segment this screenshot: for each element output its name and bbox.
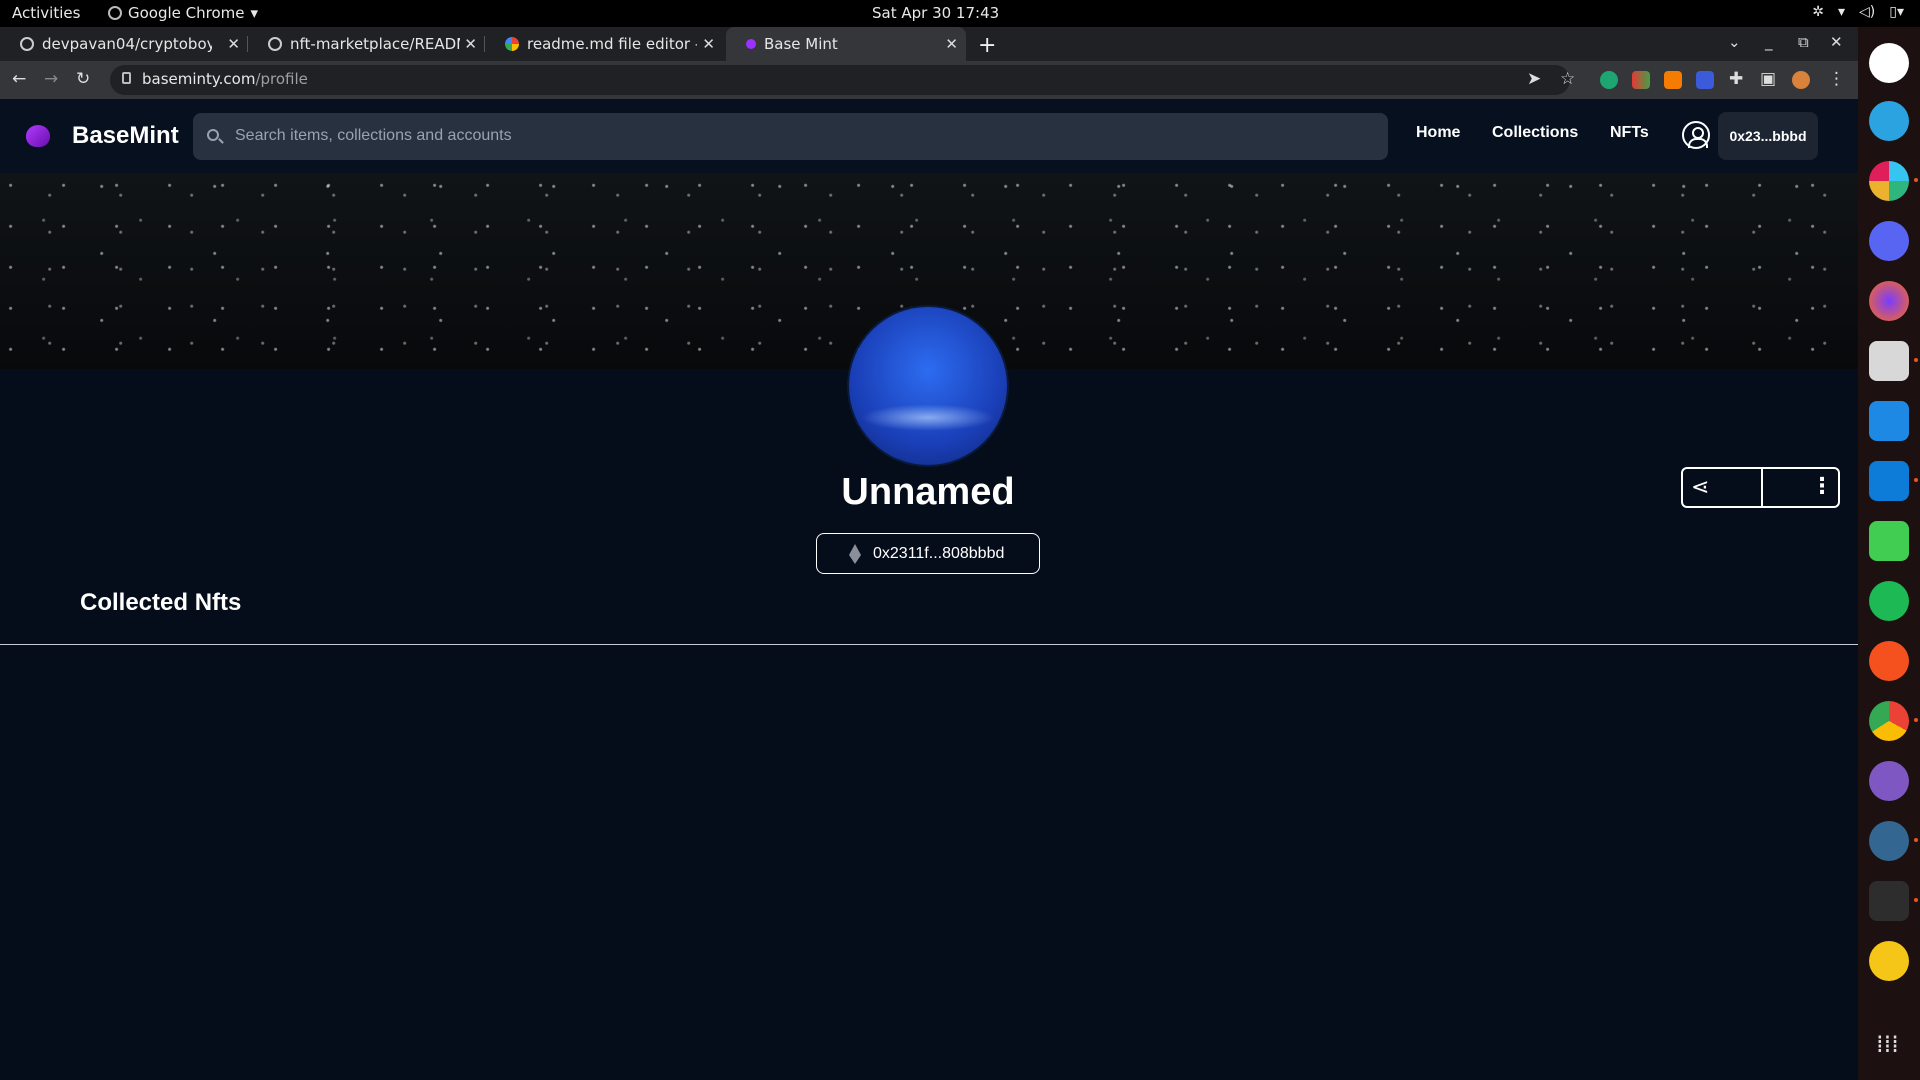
tab-title: nft-marketplace/README — [290, 35, 460, 53]
network-icon: ✲ — [1812, 4, 1824, 20]
tab-cryptoboys[interactable]: devpavan04/cryptoboys-n ✕ — [0, 27, 248, 61]
close-window-icon[interactable]: ✕ — [1830, 33, 1843, 51]
show-apps-icon[interactable]: ⁞⁞⁞ — [1876, 1030, 1899, 1058]
vscode-icon[interactable] — [1869, 461, 1909, 501]
app-dock: ⁞⁞⁞ — [1858, 27, 1920, 1080]
new-tab-button[interactable]: + — [978, 33, 996, 58]
discord-icon[interactable] — [1869, 221, 1909, 261]
basemint-icon — [746, 39, 756, 49]
clock[interactable]: Sat Apr 30 17:43 — [872, 4, 999, 22]
basemint-page: BaseMint Search items, collections and a… — [0, 99, 1858, 1080]
url-host: baseminty.com — [142, 70, 256, 88]
address-bar[interactable]: baseminty.com/profile — [110, 65, 1570, 95]
restore-icon[interactable]: ⧉ — [1798, 33, 1809, 51]
postman-icon[interactable] — [1869, 641, 1909, 681]
tab-base-mint[interactable]: Base Mint ✕ — [726, 27, 966, 61]
qt-creator-icon[interactable] — [1869, 521, 1909, 561]
translate-icon[interactable] — [1696, 71, 1714, 89]
spotify-icon[interactable] — [1869, 581, 1909, 621]
lock-icon[interactable] — [122, 72, 131, 84]
chrome-menu-icon[interactable]: ⋮ — [1828, 69, 1845, 89]
wallet-button[interactable]: 0x23...bbbd — [1718, 112, 1818, 160]
tab-strip: devpavan04/cryptoboys-n ✕ nft-marketplac… — [0, 27, 1858, 61]
nav-nfts[interactable]: NFTs — [1610, 124, 1649, 142]
running-indicator — [1914, 358, 1918, 362]
grammarly-icon[interactable] — [1600, 71, 1618, 89]
system-top-bar: Activities Google Chrome ▾ Sat Apr 30 17… — [0, 0, 1920, 27]
tab-readme-editor[interactable]: readme.md file editor - Go ✕ — [485, 27, 723, 61]
wallet-address: 0x2311f...808bbbd — [873, 545, 1005, 562]
pgadmin-icon[interactable] — [1869, 821, 1909, 861]
tab-nft-marketplace[interactable]: nft-marketplace/README ✕ — [248, 27, 485, 61]
close-icon[interactable]: ✕ — [227, 35, 240, 53]
github-icon — [20, 37, 34, 51]
volume-icon: ◁) — [1859, 4, 1876, 20]
search-placeholder: Search items, collections and accounts — [235, 127, 512, 144]
url-path: /profile — [255, 70, 308, 88]
running-indicator — [1914, 178, 1918, 182]
telegram-icon[interactable] — [1869, 101, 1909, 141]
writer-icon[interactable] — [1869, 401, 1909, 441]
tab-title: readme.md file editor - Go — [527, 35, 697, 53]
close-icon[interactable]: ✕ — [945, 35, 958, 53]
system-tray[interactable]: ✲ ▾ ◁) ▯▾ — [1812, 4, 1904, 20]
site-header: BaseMint Search items, collections and a… — [0, 99, 1858, 173]
search-input[interactable]: Search items, collections and accounts — [193, 113, 1388, 160]
side-panel-icon[interactable]: ▣ — [1760, 69, 1776, 89]
profile-actions: ⋖ ⋮ — [1681, 467, 1840, 508]
ethereum-icon — [849, 544, 861, 564]
tab-search-icon[interactable]: ⌄ — [1728, 33, 1741, 51]
tab-title: devpavan04/cryptoboys-n — [42, 35, 212, 53]
bookmark-star-icon[interactable]: ☆ — [1560, 69, 1575, 89]
running-indicator — [1914, 718, 1918, 722]
send-icon[interactable]: ➤ — [1527, 69, 1541, 89]
wallet-address-pill[interactable]: 0x2311f...808bbbd — [816, 533, 1040, 574]
google-icon — [505, 37, 519, 51]
user-account-icon[interactable] — [1682, 121, 1710, 149]
puzzle-icon[interactable]: ✚ — [1729, 69, 1743, 89]
share-icon[interactable]: ⋖ — [1691, 475, 1709, 500]
nav-collections[interactable]: Collections — [1492, 124, 1578, 142]
github-desktop-icon[interactable] — [1869, 761, 1909, 801]
chrome-icon — [108, 6, 122, 20]
profile-avatar[interactable] — [1792, 71, 1810, 89]
running-indicator — [1914, 838, 1918, 842]
nav-home[interactable]: Home — [1416, 124, 1460, 142]
slack-icon[interactable] — [1869, 161, 1909, 201]
firefox-icon[interactable] — [1869, 281, 1909, 321]
back-icon[interactable]: ← — [12, 69, 26, 89]
running-indicator — [1914, 478, 1918, 482]
minimize-icon[interactable]: _ — [1765, 33, 1773, 51]
running-indicator — [1914, 898, 1918, 902]
extension-icon[interactable] — [1632, 71, 1650, 89]
section-divider — [0, 644, 1858, 645]
reload-icon[interactable]: ↻ — [76, 69, 90, 89]
actions-divider — [1761, 469, 1763, 506]
app-name: Google Chrome — [128, 4, 245, 22]
chrome-dock-icon[interactable] — [1869, 701, 1909, 741]
app-menu[interactable]: Google Chrome ▾ — [108, 4, 258, 22]
brand-name[interactable]: BaseMint — [72, 122, 179, 150]
profile-name: Unnamed — [841, 471, 1015, 513]
profile-avatar-image — [849, 307, 1007, 465]
terminal-icon[interactable] — [1869, 881, 1909, 921]
more-options-icon[interactable]: ⋮ — [1811, 474, 1833, 499]
close-icon[interactable]: ✕ — [464, 35, 477, 53]
github-icon — [268, 37, 282, 51]
battery-icon: ▯▾ — [1889, 4, 1904, 20]
rhythmbox-icon[interactable] — [1869, 941, 1909, 981]
toolbar: ← → ↻ baseminty.com/profile ➤ ☆ ✚ ▣ ⋮ — [0, 61, 1858, 99]
forward-icon[interactable]: → — [44, 69, 58, 89]
metamask-icon[interactable] — [1664, 71, 1682, 89]
wifi-icon: ▾ — [1838, 4, 1846, 20]
timeshift-icon[interactable] — [1869, 43, 1909, 83]
files-icon[interactable] — [1869, 341, 1909, 381]
section-title: Collected Nfts — [80, 589, 242, 616]
basemint-logo[interactable] — [26, 125, 50, 147]
activities-button[interactable]: Activities — [12, 4, 80, 22]
tab-title: Base Mint — [764, 35, 838, 53]
close-icon[interactable]: ✕ — [702, 35, 715, 53]
chevron-down-icon: ▾ — [250, 4, 259, 22]
search-icon — [207, 129, 219, 141]
